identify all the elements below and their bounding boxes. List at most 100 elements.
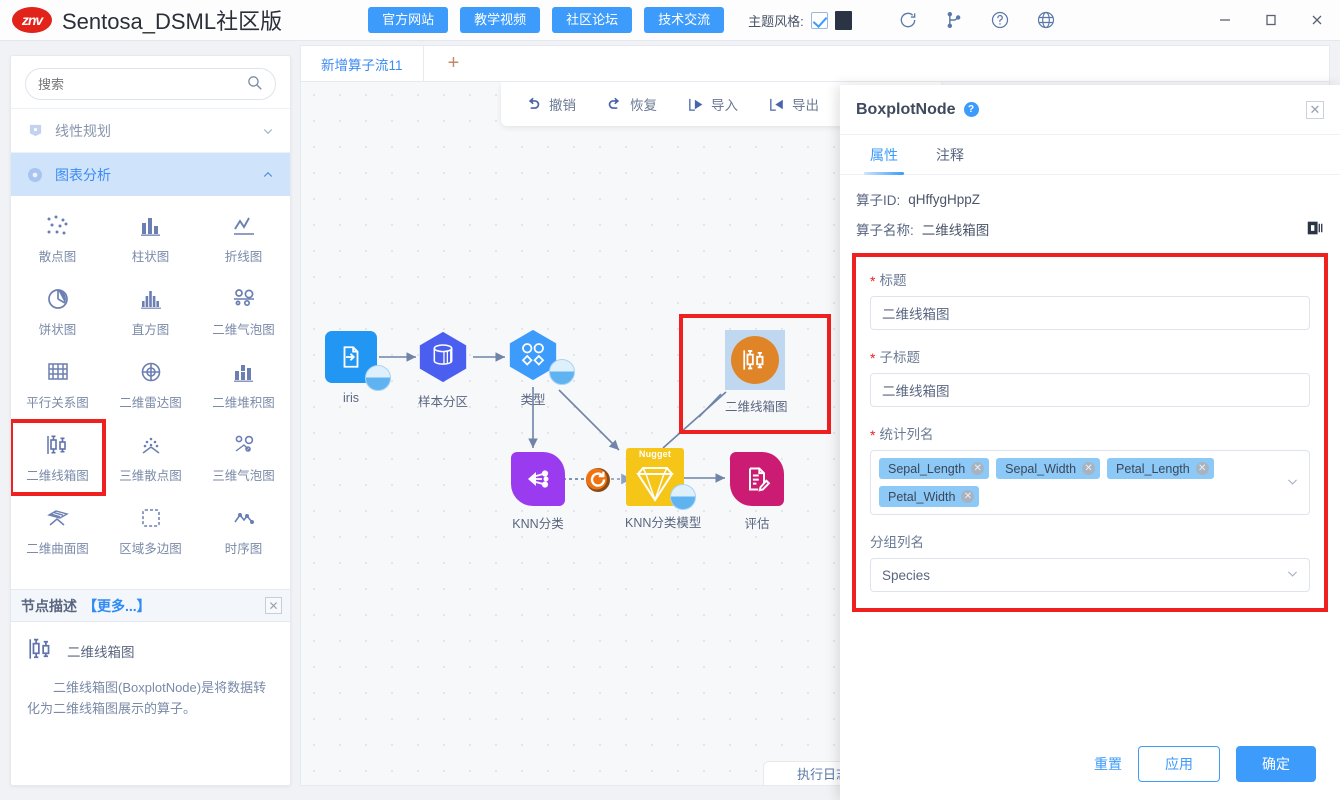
node-status-badge: [549, 359, 575, 385]
node-evaluate-shape[interactable]: [729, 451, 785, 507]
field-stat-columns-label-text: 统计列名: [879, 427, 934, 442]
palette-item-bar-chart[interactable]: 柱状图: [104, 202, 197, 275]
search-input[interactable]: [38, 76, 246, 92]
palette-item-label: 二维雷达图: [119, 395, 182, 410]
palette-item-label: 二维线箱图: [26, 468, 89, 483]
field-group-column-label-text: 分组列名: [870, 535, 924, 550]
node-knn-model-shape[interactable]: Nugget: [626, 448, 696, 510]
palette-item-label: 二维曲面图: [26, 541, 89, 556]
title-input[interactable]: [870, 296, 1310, 330]
chevron-down-icon[interactable]: [1286, 567, 1299, 583]
confirm-button[interactable]: 确定: [1236, 746, 1316, 782]
globe-icon[interactable]: [1036, 10, 1056, 30]
node-boxplot-shape[interactable]: [725, 330, 785, 390]
stat-columns-multiselect[interactable]: Sepal_Length ✕ Sepal_Width ✕ Petal_Lengt…: [870, 450, 1310, 515]
palette-item-label: 折线图: [224, 249, 263, 264]
bubble-chart-2d-icon: [232, 286, 256, 312]
import-button[interactable]: 导入: [687, 94, 738, 114]
node-boxplot[interactable]: 二维线箱图: [725, 330, 788, 415]
flow-tab-active[interactable]: 新增算子流11: [301, 46, 424, 81]
field-title-label: * 标题: [870, 269, 1310, 289]
close-icon[interactable]: ✕: [1306, 100, 1324, 119]
refresh-circle-icon[interactable]: [584, 466, 612, 497]
close-icon[interactable]: [1294, 0, 1340, 40]
evaluate-icon: [749, 467, 771, 492]
export-button[interactable]: 导出: [768, 94, 819, 114]
palette-item-area-polygon[interactable]: 区域多边图: [104, 494, 197, 567]
palette-item-bubble-chart-3d[interactable]: 三维气泡图: [197, 421, 290, 494]
reset-button[interactable]: 重置: [1094, 754, 1122, 774]
node-iris[interactable]: iris: [323, 329, 391, 405]
palette-item-line-chart[interactable]: 折线图: [197, 202, 290, 275]
sidebar-group-chart-analysis[interactable]: 图表分析: [11, 152, 290, 196]
node-sample-partition[interactable]: 样本分区: [415, 329, 471, 410]
tag-remove-icon[interactable]: ✕: [961, 490, 975, 503]
tag-item[interactable]: Sepal_Length ✕: [879, 458, 990, 479]
node-evaluate[interactable]: 评估: [729, 451, 785, 532]
undo-button[interactable]: 撤销: [525, 94, 576, 114]
search-icon[interactable]: [246, 74, 263, 94]
node-description-more-link[interactable]: 【更多...】: [83, 596, 151, 616]
field-group-column-label: 分组列名: [870, 531, 1310, 551]
nav-tech-exchange[interactable]: 技术交流: [644, 7, 725, 33]
nav-community-forum[interactable]: 社区论坛: [552, 7, 633, 33]
minimize-icon[interactable]: [1202, 0, 1248, 40]
boxplot-2d-icon: [45, 432, 71, 458]
palette-item-surface-chart-2d[interactable]: 二维曲面图: [11, 494, 104, 567]
theme-color-swatch[interactable]: [834, 10, 852, 30]
palette-item-time-series[interactable]: 时序图: [197, 494, 290, 567]
app-logo: znv Sentosa_DSML社区版: [0, 4, 282, 36]
close-icon[interactable]: ✕: [265, 597, 282, 614]
palette-item-parallel-coordinates[interactable]: 平行关系图: [11, 348, 104, 421]
palette-item-scatter-plot-3d[interactable]: 三维散点图: [104, 421, 197, 494]
node-type-shape[interactable]: [505, 327, 575, 385]
theme-checkbox[interactable]: [810, 11, 828, 29]
tag-remove-icon[interactable]: ✕: [1195, 462, 1209, 475]
znv-logo-icon: znv: [12, 7, 52, 33]
line-chart-icon: [232, 213, 256, 239]
palette-item-label: 柱状图: [131, 249, 170, 264]
help-icon[interactable]: ?: [963, 102, 979, 117]
nav-tutorial-video[interactable]: 教学视频: [460, 7, 541, 33]
palette-item-radar-chart-2d[interactable]: 二维雷达图: [104, 348, 197, 421]
search-box[interactable]: [25, 68, 276, 100]
palette-item-pie-chart[interactable]: 饼状图: [11, 275, 104, 348]
copy-icon[interactable]: [1307, 220, 1324, 239]
nav-official-site[interactable]: 官方网站: [368, 7, 449, 33]
redo-button[interactable]: 恢复: [606, 94, 657, 114]
node-sample-partition-shape[interactable]: [415, 329, 471, 385]
sidebar-group-linear-programming[interactable]: 线性规划: [11, 108, 290, 152]
required-marker: *: [870, 273, 876, 289]
tag-item[interactable]: Petal_Length ✕: [1107, 458, 1214, 479]
refresh-icon[interactable]: [898, 10, 918, 30]
tag-item[interactable]: Sepal_Width ✕: [996, 458, 1101, 479]
tab-properties[interactable]: 属性: [856, 135, 912, 175]
tag-item[interactable]: Petal_Width ✕: [879, 486, 980, 507]
palette-item-histogram[interactable]: 直方图: [104, 275, 197, 348]
help-icon[interactable]: [990, 10, 1010, 30]
subtitle-input[interactable]: [870, 373, 1310, 407]
group-column-select[interactable]: Species: [870, 558, 1310, 592]
node-iris-shape[interactable]: [323, 329, 391, 391]
palette-item-boxplot-2d[interactable]: 二维线箱图: [11, 419, 106, 496]
palette-item-label: 平行关系图: [26, 395, 89, 410]
add-tab-button[interactable]: +: [424, 46, 484, 81]
node-type[interactable]: 类型: [505, 327, 575, 408]
chevron-down-icon[interactable]: [1286, 475, 1299, 491]
palette-item-scatter-plot[interactable]: 散点图: [11, 202, 104, 275]
node-label: 二维线箱图: [725, 400, 788, 414]
apply-button[interactable]: 应用: [1138, 746, 1220, 782]
palette-item-bubble-chart-2d[interactable]: 二维气泡图: [197, 275, 290, 348]
node-knn-classify[interactable]: KNN分类: [505, 451, 571, 532]
branch-icon[interactable]: [944, 10, 964, 30]
node-knn-model[interactable]: Nugget KNN分类模型: [625, 448, 701, 531]
node-knn-classify-shape[interactable]: [510, 451, 566, 507]
tag-remove-icon[interactable]: ✕: [971, 462, 985, 475]
maximize-icon[interactable]: [1248, 0, 1294, 40]
tag-remove-icon[interactable]: ✕: [1082, 462, 1096, 475]
field-subtitle-label-text: 子标题: [879, 350, 920, 365]
property-panel-title: BoxplotNode: [856, 100, 956, 118]
tab-annotation[interactable]: 注释: [922, 135, 978, 174]
property-form-highlight: * 标题 * 子标题 * 统计列名 Sepal_Length ✕ Sepal_W…: [852, 253, 1328, 612]
palette-item-stacked-chart-2d[interactable]: 二维堆积图: [197, 348, 290, 421]
